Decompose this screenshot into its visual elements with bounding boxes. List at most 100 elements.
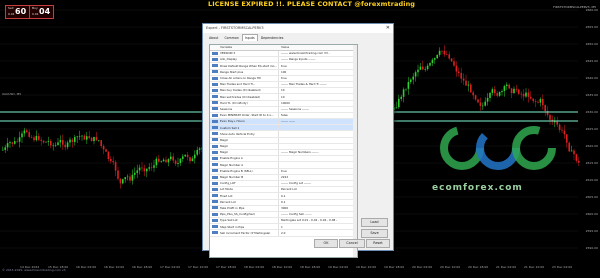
input-value[interactable]: ------- www.forexmtrading.com V3 - (281, 51, 330, 55)
candle-body (110, 158, 112, 162)
sell-price: 60 (15, 7, 27, 16)
price-tick: 2595.00 (585, 229, 598, 233)
tab-about[interactable]: About (206, 34, 221, 42)
input-value[interactable]: ------- Config Lot ------- (281, 181, 311, 185)
input-value[interactable]: 10 (281, 95, 285, 99)
candle-body (525, 92, 527, 97)
candle-body (107, 151, 110, 159)
input-name: Magic (220, 144, 229, 149)
input-value[interactable]: 2.0 (281, 231, 285, 235)
time-tick: 21 Dec 10:00 (524, 265, 545, 269)
input-value[interactable]: Percent Lot (281, 187, 297, 191)
candle-body (417, 69, 419, 73)
ok-button[interactable]: OK (314, 239, 338, 248)
input-name: Show Auto Vertical Entry (220, 131, 255, 136)
price-tick: 2590.00 (585, 246, 598, 250)
input-value[interactable]: ------- Sessions ------- (281, 107, 309, 111)
input-value[interactable]: 0.1 (281, 194, 285, 198)
input-value[interactable]: 2222 (281, 175, 288, 179)
time-tick: 20 Dec 10:00 (440, 265, 461, 269)
candle-body (148, 167, 150, 169)
input-value[interactable]: true (281, 169, 287, 173)
param-type-icon (212, 64, 218, 68)
candle-body (544, 105, 546, 112)
input-row[interactable]: Sell Increment Factor (if Martingale) 2.0 (210, 230, 357, 237)
candle-body (40, 139, 42, 141)
input-value[interactable]: true (281, 76, 287, 80)
input-value[interactable]: Martingale Lot 0.01 - 0.02 - 0.04 - 0.08… (281, 218, 337, 222)
input-value[interactable]: ------- Max Trades & Hard Tr ------- (281, 82, 327, 86)
input-value[interactable]: 0.1 (281, 200, 285, 204)
tab-inputs[interactable]: Inputs (241, 34, 258, 41)
candle-body (438, 50, 441, 55)
load-button[interactable]: Load (361, 218, 388, 227)
candle-body (448, 54, 450, 59)
input-name: Custom Sell 1 (220, 125, 240, 130)
candle-body (26, 130, 28, 133)
close-icon[interactable]: ✕ (386, 24, 390, 33)
grid-scrollbar[interactable] (353, 45, 357, 257)
price-tick: 2645.00 (585, 59, 598, 63)
input-name: Enable Engine A (220, 156, 243, 161)
candle-body (18, 137, 21, 142)
reset-button[interactable]: Reset (366, 239, 390, 248)
param-type-icon (212, 225, 218, 229)
input-value[interactable]: 1 (281, 225, 283, 229)
candle-body (573, 150, 575, 155)
candle-body (515, 88, 518, 90)
input-value[interactable]: false (281, 113, 288, 117)
sell-button[interactable]: Sell 0.01 60 (5, 5, 30, 19)
candle-body (424, 69, 426, 70)
candle-body (2, 149, 4, 151)
candle-body (59, 140, 62, 143)
input-value[interactable]: true (281, 64, 287, 68)
candle-body (532, 98, 534, 102)
cancel-button[interactable]: Cancel (339, 239, 365, 248)
buy-button[interactable]: Buy 0.01 04 (29, 5, 54, 19)
candle-body (162, 159, 165, 162)
variable-column-header[interactable]: Variable (220, 45, 232, 49)
input-value[interactable]: ------- Config Sell ------- (281, 212, 312, 216)
tab-dependencies[interactable]: Dependencies (258, 34, 287, 42)
candle-body (436, 54, 438, 59)
param-type-icon (212, 95, 218, 99)
candle-body (405, 88, 407, 90)
candle-body (426, 65, 429, 70)
input-value[interactable]: 3000 (281, 206, 288, 210)
candle-body (575, 154, 578, 161)
candle-body (395, 107, 398, 108)
input-name: Even MINIMUM Order, Start ID to 4 s... (220, 113, 274, 118)
inputs-grid[interactable]: Variable Value VERSION 3 ------- www.fore… (209, 44, 358, 258)
input-value[interactable]: 10000 (281, 101, 290, 105)
value-column-header[interactable]: Value (281, 45, 289, 49)
time-tick: 15 Dec 18:00 (48, 265, 69, 269)
input-value[interactable]: 100 (281, 70, 286, 74)
time-tick: 23 Dec 02:00 (552, 265, 573, 269)
input-value[interactable]: 10 (281, 88, 285, 92)
candle-body (561, 129, 563, 131)
price-tick: 2615.00 (585, 161, 598, 165)
input-value[interactable]: ------- Magic Numbers ------- (281, 150, 319, 154)
time-tick: 14 Dec 2024 (20, 265, 40, 269)
tab-common[interactable]: Common (221, 34, 241, 42)
candle-body (146, 168, 148, 172)
candle-body (191, 158, 194, 162)
candle-body (482, 105, 484, 107)
param-type-icon (212, 70, 218, 74)
time-tick: 17 Dec 10:00 (188, 265, 209, 269)
candle-body (534, 101, 537, 102)
candle-body (446, 54, 448, 55)
candle-body (141, 167, 143, 169)
candle-body (412, 76, 414, 80)
candle-body (69, 139, 71, 143)
buy-size: 0.01 (32, 12, 39, 16)
save-button[interactable]: Save (361, 229, 388, 238)
candle-body (486, 97, 489, 102)
candle-body (530, 96, 532, 99)
candle-body (114, 162, 117, 171)
input-value[interactable]: ------- ------ (281, 119, 295, 123)
candle-body (167, 159, 170, 163)
candle-body (88, 136, 90, 138)
input-value[interactable]: ------- Range Inputs ------- (281, 57, 315, 61)
candle-body (138, 167, 141, 171)
